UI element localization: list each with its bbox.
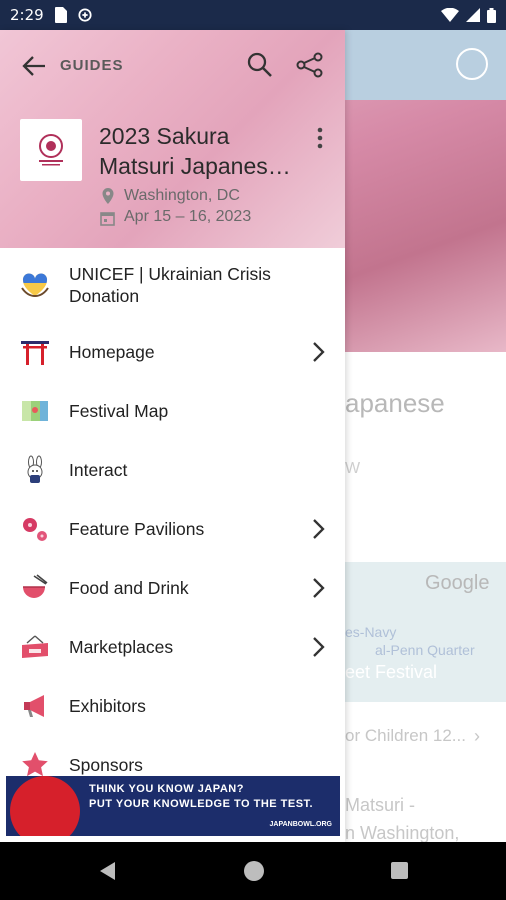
background-row-3: n Washington, xyxy=(345,823,460,843)
menu-item-marketplaces[interactable]: Marketplaces xyxy=(0,617,345,676)
location-pin-icon xyxy=(102,188,114,204)
bunny-mascot-icon xyxy=(18,453,52,487)
ad-red-circle xyxy=(10,776,80,836)
torii-gate-icon xyxy=(18,335,52,369)
menu-label-food-and-drink: Food and Drink xyxy=(69,577,189,598)
nav-recents-icon[interactable] xyxy=(391,862,408,879)
menu-item-homepage[interactable]: Homepage xyxy=(0,322,345,381)
sakura-emblem-icon xyxy=(39,134,63,166)
more-vert-icon[interactable] xyxy=(312,125,328,151)
ad-banner[interactable]: THINK YOU KNOW JAPAN? PUT YOUR KNOWLEDGE… xyxy=(6,776,340,836)
menu-item-exhibitors[interactable]: Exhibitors xyxy=(0,676,345,735)
background-row-2: Matsuri - xyxy=(345,795,416,815)
menu-label-interact: Interact xyxy=(69,459,128,480)
shop-sign-icon xyxy=(18,630,52,664)
menu-item-unicef[interactable]: UNICEF | Ukrainian Crisis Donation xyxy=(0,248,345,322)
menu-label-festival-map: Festival Map xyxy=(69,400,169,421)
status-bar: 2:29 xyxy=(0,0,506,30)
back-arrow-icon[interactable] xyxy=(20,52,48,80)
menu-label-sponsors: Sponsors xyxy=(69,754,143,775)
map-label-1: es-Navy xyxy=(345,624,397,640)
data-saver-icon xyxy=(78,8,92,22)
google-logo: Google xyxy=(425,572,490,594)
guides-link[interactable]: GUIDES xyxy=(60,57,124,74)
background-row-1: or Children 12... xyxy=(345,726,466,745)
chevron-right-icon xyxy=(313,341,325,362)
event-title: 2023 Sakura Matsuri Japanese Street Fest… xyxy=(99,121,299,181)
background-title: apanese xyxy=(345,388,445,418)
ad-site: JAPANBOWL.ORG xyxy=(269,821,332,828)
menu-label-feature-pavilions: Feature Pavilions xyxy=(69,518,205,539)
background-map: Google es-Navy al-Penn Quarter eet Festi… xyxy=(345,562,506,702)
system-nav-bar xyxy=(0,842,506,900)
menu-label-unicef: UNICEF | Ukrainian Crisis Donation xyxy=(69,264,271,306)
event-title-line2: Matsuri Japanese Street Festival xyxy=(99,153,299,179)
chevron-right-icon xyxy=(313,636,325,657)
menu-item-feature-pavilions[interactable]: Feature Pavilions xyxy=(0,499,345,558)
event-logo xyxy=(20,119,82,181)
menu-label-exhibitors: Exhibitors xyxy=(69,695,146,716)
navigation-drawer: GUIDES 2023 Sakura Matsuri Japanese Stre… xyxy=(0,30,345,842)
nav-back-icon[interactable] xyxy=(98,861,118,881)
chevron-right-icon xyxy=(313,577,325,598)
drawer-menu: UNICEF | Ukrainian Crisis Donation Homep… xyxy=(0,248,345,794)
menu-item-festival-map[interactable]: Festival Map xyxy=(0,381,345,440)
background-subtitle: W xyxy=(345,460,361,477)
event-dates: Apr 15 – 16, 2023 xyxy=(124,208,252,225)
ramen-bowl-icon xyxy=(18,571,52,605)
megaphone-icon xyxy=(18,689,52,723)
chevron-right-icon xyxy=(313,518,325,539)
ukraine-heart-icon xyxy=(18,268,52,302)
menu-item-food-and-drink[interactable]: Food and Drink xyxy=(0,558,345,617)
event-location: Washington, DC xyxy=(124,187,240,204)
event-title-line1: 2023 Sakura xyxy=(99,123,230,149)
sim-card-icon xyxy=(54,7,67,23)
calendar-icon xyxy=(100,212,115,226)
chevron-right-icon: › xyxy=(474,726,480,746)
map-icon xyxy=(18,394,52,428)
signal-icon xyxy=(466,8,480,22)
menu-label-homepage: Homepage xyxy=(69,341,155,362)
status-time: 2:29 xyxy=(10,6,44,24)
battery-icon xyxy=(487,7,496,23)
profile-icon xyxy=(456,48,488,80)
ad-subheadline: PUT YOUR KNOWLEDGE TO THE TEST. xyxy=(89,798,314,810)
nav-home-icon[interactable] xyxy=(244,861,264,881)
drawer-header: GUIDES 2023 Sakura Matsuri Japanese Stre… xyxy=(0,30,345,248)
menu-label-marketplaces: Marketplaces xyxy=(69,636,174,657)
ad-headline: THINK YOU KNOW JAPAN? xyxy=(89,783,244,795)
share-icon[interactable] xyxy=(296,51,324,79)
map-label-2: al-Penn Quarter xyxy=(375,642,475,658)
cherry-blossom-icon xyxy=(18,512,52,546)
wifi-icon xyxy=(441,8,459,22)
map-caption: eet Festival xyxy=(345,662,438,682)
search-icon[interactable] xyxy=(246,51,274,79)
menu-item-interact[interactable]: Interact xyxy=(0,440,345,499)
